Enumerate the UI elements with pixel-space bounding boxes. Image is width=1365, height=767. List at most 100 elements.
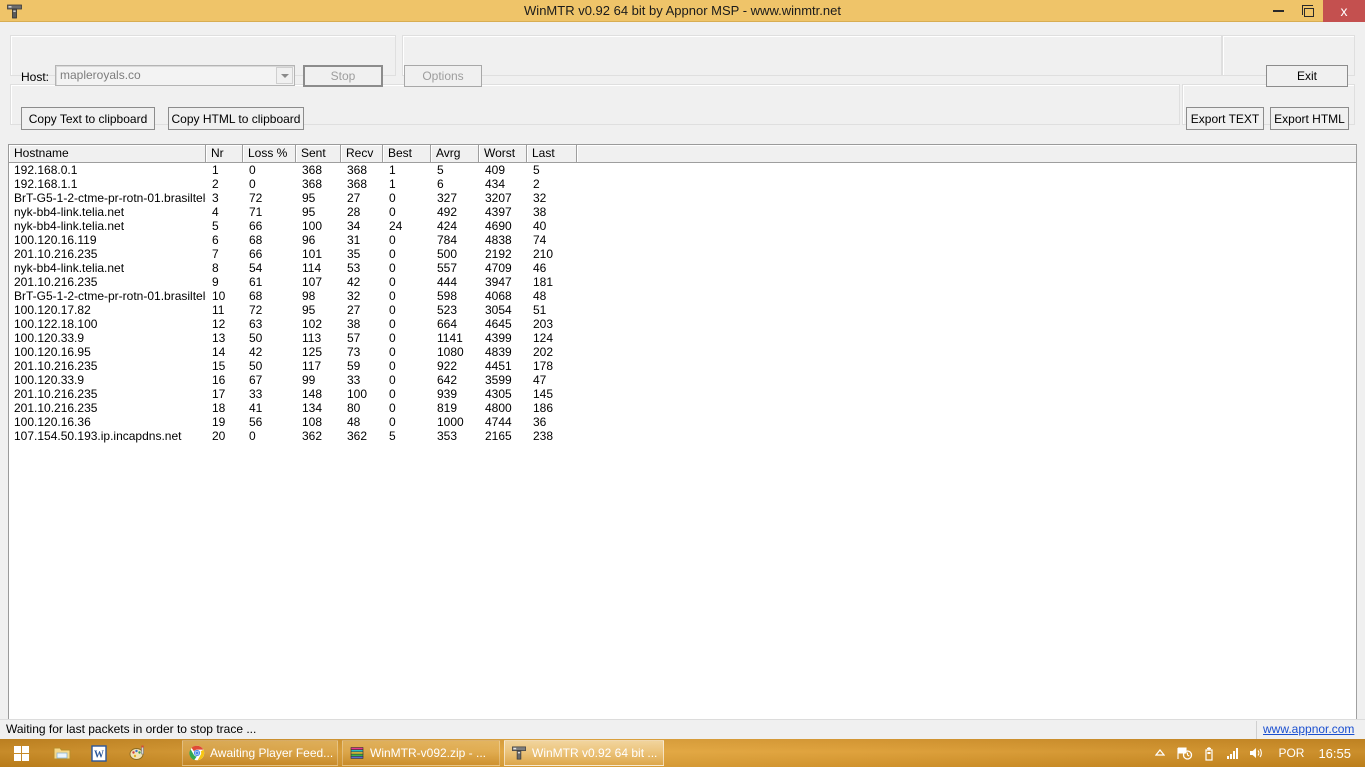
cell-last: 186: [533, 401, 554, 415]
cell-sent: 117: [302, 359, 322, 373]
export-html-button[interactable]: Export HTML: [1270, 107, 1349, 130]
options-button[interactable]: Options: [404, 65, 482, 87]
table-row[interactable]: 192.168.1.1 2 0 368 368 1 6 434 2: [9, 177, 1356, 191]
close-button[interactable]: x: [1323, 0, 1365, 22]
table-row[interactable]: 201.10.216.235 9 61 107 42 0 444 3947 181: [9, 275, 1356, 289]
cell-hostname: 100.120.33.9: [14, 331, 85, 345]
cell-sent: 95: [302, 205, 316, 219]
cell-recv: 33: [347, 373, 361, 387]
table-row[interactable]: 100.122.18.100 12 63 102 38 0 664 4645 203: [9, 317, 1356, 331]
exit-button[interactable]: Exit: [1266, 65, 1348, 87]
table-row[interactable]: 201.10.216.235 18 41 134 80 0 819 4800 186: [9, 401, 1356, 415]
maximize-restore-button[interactable]: [1293, 0, 1323, 22]
trace-listview[interactable]: Hostname Nr Loss % Sent Recv Best Avrg Worst Las…: [8, 144, 1357, 733]
column-header-best[interactable]: Best: [383, 145, 431, 163]
table-row[interactable]: 192.168.0.1 1 0 368 368 1 5 409 5: [9, 163, 1356, 177]
column-header-recv[interactable]: Recv: [341, 145, 383, 163]
table-body: 192.168.0.1 1 0 368 368 1 5 409 5 192.168.1.1 2 0 36…: [9, 163, 1356, 443]
copy-html-button[interactable]: Copy HTML to clipboard: [168, 107, 304, 130]
table-row[interactable]: BrT-G5-1-2-ctme-pr-rotn-01.brasiltele...…: [9, 289, 1356, 303]
cell-recv: 59: [347, 359, 361, 373]
table-row[interactable]: 100.120.16.95 14 42 125 73 0 1080 4839 202: [9, 345, 1356, 359]
column-header-nr[interactable]: Nr: [206, 145, 243, 163]
cell-best: 0: [389, 387, 396, 401]
cell-avrg: 922: [437, 359, 458, 373]
cell-best: 0: [389, 415, 396, 429]
export-text-button[interactable]: Export TEXT: [1186, 107, 1264, 130]
start-button[interactable]: [0, 739, 42, 767]
cell-avrg: 939: [437, 387, 458, 401]
appnor-link[interactable]: www.appnor.com: [1263, 722, 1354, 736]
table-row[interactable]: 100.120.16.36 19 56 108 48 0 1000 4744 36: [9, 415, 1356, 429]
column-header-sent[interactable]: Sent: [296, 145, 341, 163]
cell-loss: 33: [249, 387, 263, 401]
cell-best: 0: [389, 261, 396, 275]
table-row[interactable]: 201.10.216.235 17 33 148 100 0 939 4305 145: [9, 387, 1356, 401]
cell-recv: 80: [347, 401, 361, 415]
table-row[interactable]: 107.154.50.193.ip.incapdns.net 20 0 362 362 5…: [9, 429, 1356, 443]
cell-best: 0: [389, 275, 396, 289]
language-indicator[interactable]: POR: [1268, 746, 1314, 760]
taskbar-item-winmtr[interactable]: WinMTR v0.92 64 bit ...: [504, 740, 664, 766]
word-icon[interactable]: W: [89, 743, 109, 763]
cell-loss: 68: [249, 289, 263, 303]
table-row[interactable]: nyk-bb4-link.telia.net 5 66 100 34 24 424 4690 4…: [9, 219, 1356, 233]
cell-nr: 11: [212, 303, 225, 317]
table-row[interactable]: 100.120.33.9 13 50 113 57 0 1141 4399 124: [9, 331, 1356, 345]
speaker-volume-icon[interactable]: [1244, 739, 1268, 767]
cell-loss: 56: [249, 415, 263, 429]
column-header-loss[interactable]: Loss %: [243, 145, 296, 163]
cell-best: 1: [389, 177, 396, 191]
action-center-flag-icon[interactable]: [1172, 739, 1196, 767]
cell-last: 47: [533, 373, 547, 387]
cell-loss: 0: [249, 163, 256, 177]
cell-sent: 114: [302, 261, 322, 275]
cell-sent: 107: [302, 275, 323, 289]
table-row[interactable]: BrT-G5-1-2-ctme-pr-rotn-01.brasiltele...…: [9, 191, 1356, 205]
cell-nr: 19: [212, 415, 226, 429]
column-header-hostname[interactable]: Hostname: [9, 145, 206, 163]
table-row[interactable]: 201.10.216.235 15 50 117 59 0 922 4451 178: [9, 359, 1356, 373]
table-row[interactable]: 100.120.33.9 16 67 99 33 0 642 3599 47: [9, 373, 1356, 387]
cell-best: 0: [389, 233, 396, 247]
cell-sent: 98: [302, 289, 316, 303]
cell-last: 36: [533, 415, 547, 429]
cell-loss: 71: [249, 205, 263, 219]
paint-icon[interactable]: [127, 743, 147, 763]
cell-recv: 28: [347, 205, 361, 219]
chevron-down-icon[interactable]: [276, 67, 293, 84]
show-hidden-icons-button[interactable]: [1148, 739, 1172, 767]
options-groupbox: [402, 35, 1222, 76]
cell-hostname: BrT-G5-1-2-ctme-pr-rotn-01.brasiltele...: [14, 191, 206, 205]
cell-sent: 148: [302, 387, 323, 401]
title-bar[interactable]: WinMTR v0.92 64 bit by Appnor MSP - www.…: [0, 0, 1365, 22]
cell-hostname: 100.122.18.100: [14, 317, 98, 331]
status-message: Waiting for last packets in order to sto…: [6, 722, 257, 736]
table-row[interactable]: nyk-bb4-link.telia.net 8 54 114 53 0 557 4709 46: [9, 261, 1356, 275]
cell-avrg: 557: [437, 261, 458, 275]
file-explorer-icon[interactable]: [52, 743, 72, 763]
table-row[interactable]: 100.120.16.119 6 68 96 31 0 784 4838 74: [9, 233, 1356, 247]
cell-hostname: 192.168.1.1: [14, 177, 78, 191]
taskbar-item-winrar[interactable]: WinMTR-v092.zip - ...: [342, 740, 500, 766]
taskbar-item-chrome[interactable]: Awaiting Player Feed...: [182, 740, 338, 766]
clock[interactable]: 16:55: [1314, 746, 1365, 761]
column-header-worst[interactable]: Worst: [479, 145, 527, 163]
table-row[interactable]: 100.120.17.82 11 72 95 27 0 523 3054 51: [9, 303, 1356, 317]
minimize-button[interactable]: [1263, 0, 1293, 22]
column-header-avrg[interactable]: Avrg: [431, 145, 479, 163]
cell-last: 40: [533, 219, 547, 233]
system-tray: POR 16:55: [1148, 739, 1365, 767]
cell-best: 0: [389, 205, 396, 219]
host-combobox[interactable]: mapleroyals.co: [55, 65, 295, 86]
table-row[interactable]: nyk-bb4-link.telia.net 4 71 95 28 0 492 4397 38: [9, 205, 1356, 219]
stop-button[interactable]: Stop: [303, 65, 383, 87]
network-bars-icon[interactable]: [1220, 739, 1244, 767]
cell-nr: 5: [212, 219, 219, 233]
cell-sent: 125: [302, 345, 323, 359]
copy-text-button[interactable]: Copy Text to clipboard: [21, 107, 155, 130]
usb-devices-icon[interactable]: [1196, 739, 1220, 767]
cell-worst: 3599: [485, 373, 512, 387]
column-header-last[interactable]: Last: [527, 145, 577, 163]
table-row[interactable]: 201.10.216.235 7 66 101 35 0 500 2192 210: [9, 247, 1356, 261]
